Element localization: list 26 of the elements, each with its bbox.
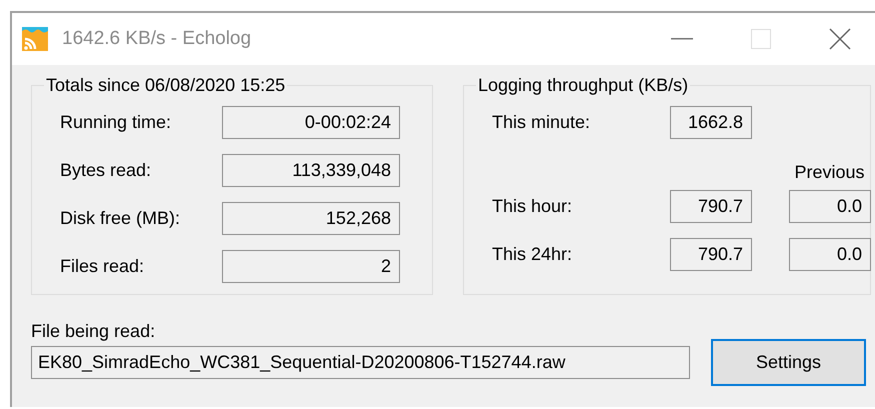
field-label: Disk free (MB): bbox=[60, 208, 182, 229]
field-label: Running time: bbox=[60, 112, 172, 133]
field-label: This minute: bbox=[492, 112, 592, 133]
field-label: Bytes read: bbox=[60, 160, 152, 181]
field-label: This 24hr: bbox=[492, 244, 574, 265]
readout-field: 790.7 bbox=[670, 238, 752, 271]
readout-field: 0.0 bbox=[789, 190, 871, 223]
file-path-field: EK80_SimradEcho_WC381_Sequential-D20200806-T152744.raw bbox=[31, 346, 690, 379]
readout-field: 0.0 bbox=[789, 238, 871, 271]
group-heading: Totals since 06/08/2020 15:25 bbox=[45, 75, 286, 96]
readout-field: 152,268 bbox=[222, 202, 400, 235]
settings-button[interactable]: Settings bbox=[711, 339, 866, 386]
readout-field: 790.7 bbox=[670, 190, 752, 223]
close-icon[interactable] bbox=[829, 28, 851, 50]
group-heading: Logging throughput (KB/s) bbox=[477, 75, 690, 96]
window-title: 1642.6 KB/s - Echolog bbox=[62, 28, 252, 50]
readout-field: 0-00:02:24 bbox=[222, 106, 400, 139]
signal-icon bbox=[22, 27, 48, 51]
field-label: This hour: bbox=[492, 196, 574, 217]
readout-field: 2 bbox=[222, 250, 400, 283]
readout-field: 113,339,048 bbox=[222, 154, 400, 187]
column-heading: Previous bbox=[794, 162, 865, 183]
field-label: Files read: bbox=[60, 256, 146, 277]
minimize-icon[interactable] bbox=[671, 38, 693, 40]
field-label: File being read: bbox=[31, 321, 156, 342]
readout-field: 1662.8 bbox=[670, 106, 752, 139]
